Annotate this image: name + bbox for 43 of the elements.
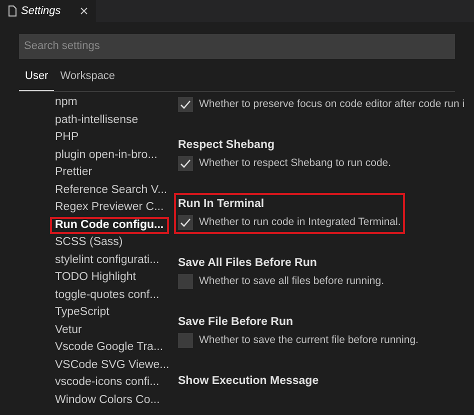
editor-tab[interactable]: Settings xyxy=(0,0,96,22)
file-icon xyxy=(8,5,17,17)
checkbox[interactable] xyxy=(178,333,193,348)
sidebar-item[interactable]: Regex Previewer C... xyxy=(50,199,169,216)
sidebar-item[interactable]: Run Code configu... xyxy=(50,216,169,234)
checkbox[interactable] xyxy=(178,274,193,290)
sidebar-item[interactable]: plugin open-in-bro... xyxy=(50,146,162,164)
setting-description: Whether to preserve focus on code editor after code run i xyxy=(199,97,465,112)
sidebar-item[interactable]: stylelint configurati... xyxy=(50,252,164,269)
close-icon[interactable] xyxy=(80,7,88,15)
scope-tab[interactable]: User xyxy=(19,68,54,91)
setting-description: Whether to save the current file before running. xyxy=(199,333,418,348)
sidebar-item[interactable]: VSCode SVG Viewe... xyxy=(50,356,174,374)
search-field[interactable]: Search settings xyxy=(19,34,455,58)
setting-description: Whether to run code in Integrated Terminal. xyxy=(199,215,401,230)
sidebar-item[interactable]: Vetur xyxy=(50,322,87,339)
sidebar-item[interactable]: vscode-icons confi... xyxy=(50,374,164,392)
sidebar-item[interactable]: Window Colors Co... xyxy=(50,392,165,409)
sidebar-item[interactable]: toggle-quotes conf... xyxy=(50,286,164,304)
scope-tab[interactable]: Workspace xyxy=(54,68,122,91)
checkbox[interactable] xyxy=(178,156,193,172)
sidebar-item[interactable]: SCSS (Sass) xyxy=(50,234,128,252)
checkbox[interactable] xyxy=(178,97,193,112)
setting-title: Save All Files Before Run xyxy=(178,256,318,271)
sidebar-item[interactable]: PHP xyxy=(50,129,84,146)
sidebar-item[interactable]: npm xyxy=(50,94,82,112)
sidebar-item[interactable]: Reference Search V... xyxy=(50,182,172,199)
setting-title: Respect Shebang xyxy=(178,138,276,153)
setting-title: Save File Before Run xyxy=(178,314,294,330)
setting-description: Whether to save all files before running. xyxy=(199,274,384,289)
setting-title: Show Execution Message xyxy=(178,374,319,389)
check-icon xyxy=(180,100,191,110)
check-icon xyxy=(180,218,191,228)
sidebar-item[interactable]: Vscode Google Tra... xyxy=(50,339,168,356)
setting-description: Whether to respect Shebang to run code. xyxy=(199,156,392,171)
check-icon xyxy=(180,159,191,168)
sidebar-item[interactable]: path-intellisense xyxy=(50,112,144,129)
sidebar-item[interactable]: TODO Highlight xyxy=(50,269,141,286)
tab-title: Settings xyxy=(21,4,61,19)
checkbox[interactable] xyxy=(178,215,193,230)
sidebar-item[interactable]: TypeScript xyxy=(50,304,114,322)
sidebar-item[interactable]: Prettier xyxy=(50,164,98,182)
setting-title: Run In Terminal xyxy=(178,196,266,212)
